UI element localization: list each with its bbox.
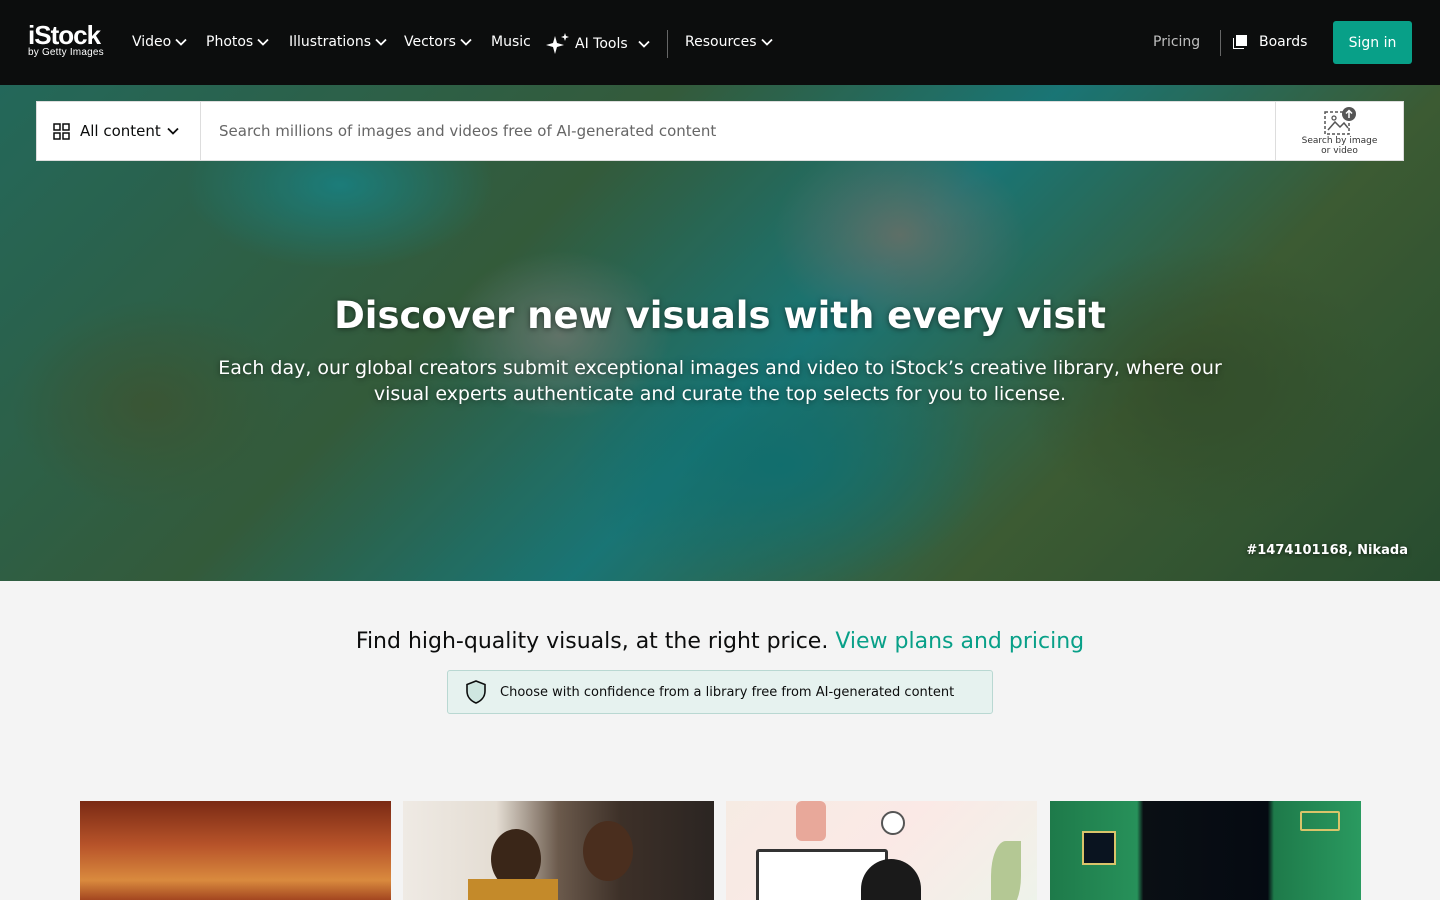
sparkle-icon bbox=[546, 33, 569, 54]
logo-wordmark: iStock bbox=[28, 20, 101, 50]
person-figure bbox=[583, 821, 633, 881]
nav-photos[interactable]: Photos bbox=[206, 32, 269, 52]
featured-tile-illustration[interactable] bbox=[726, 801, 1037, 900]
nav-boards-label: Boards bbox=[1259, 34, 1308, 50]
chevron-down-icon bbox=[167, 127, 179, 135]
chevron-down-icon bbox=[257, 38, 269, 46]
nav-resources[interactable]: Resources bbox=[685, 32, 773, 52]
nav-boards[interactable]: Boards bbox=[1233, 32, 1307, 52]
nav-ai-tools[interactable]: AI Tools bbox=[545, 32, 650, 56]
hero-section: All content Search by image or video Dis… bbox=[0, 85, 1440, 581]
nav-divider bbox=[667, 30, 668, 58]
pricing-text: Find high-quality visuals, at the right … bbox=[355, 629, 829, 654]
nav-pricing[interactable]: Pricing bbox=[1153, 32, 1200, 52]
featured-tile-kitchen[interactable] bbox=[403, 801, 714, 900]
nav-ai-tools-label: AI Tools bbox=[575, 36, 628, 52]
search-by-image-button[interactable]: Search by image or video bbox=[1275, 102, 1403, 160]
nav-video-label: Video bbox=[132, 34, 172, 50]
istock-logo[interactable]: iStock by Getty Images bbox=[28, 22, 104, 58]
logo-tagline: by Getty Images bbox=[28, 47, 104, 58]
featured-tile-circuit[interactable] bbox=[1050, 801, 1361, 900]
leaf-shape bbox=[991, 841, 1021, 900]
circuit-pads bbox=[1300, 811, 1340, 831]
featured-tile-landscape[interactable] bbox=[80, 801, 391, 900]
nav-divider bbox=[1220, 30, 1221, 56]
nav-video[interactable]: Video bbox=[132, 32, 187, 52]
clothing-shape bbox=[468, 879, 558, 900]
nav-vectors-label: Vectors bbox=[404, 34, 456, 50]
view-plans-link[interactable]: View plans and pricing bbox=[835, 629, 1084, 654]
chip-shape bbox=[1082, 831, 1116, 865]
content-type-label: All content bbox=[80, 122, 161, 140]
nav-vectors[interactable]: Vectors bbox=[404, 32, 472, 52]
hero-title: Discover new visuals with every visit bbox=[334, 294, 1106, 337]
ai-free-banner: Choose with confidence from a library fr… bbox=[447, 670, 993, 714]
search-by-image-label: Search by image bbox=[1301, 136, 1378, 146]
sign-in-button[interactable]: Sign in bbox=[1333, 21, 1412, 64]
search-by-image-label-2: or video bbox=[1321, 146, 1358, 156]
grid-icon bbox=[53, 122, 70, 140]
ai-free-banner-text: Choose with confidence from a library fr… bbox=[500, 684, 955, 700]
pricing-headline: Find high-quality visuals, at the right … bbox=[0, 626, 1440, 658]
nav-music-label: Music bbox=[491, 34, 531, 50]
image-search-icon bbox=[1323, 107, 1356, 135]
content-type-dropdown[interactable]: All content bbox=[37, 102, 201, 160]
chevron-down-icon bbox=[638, 40, 650, 48]
decor-shape bbox=[796, 801, 826, 841]
search-bar: All content Search by image or video bbox=[36, 101, 1404, 161]
nav-photos-label: Photos bbox=[206, 34, 254, 50]
chevron-down-icon bbox=[375, 38, 387, 46]
chevron-down-icon bbox=[760, 38, 773, 46]
top-navigation: iStock by Getty Images Video Photos Illu… bbox=[0, 0, 1440, 85]
clock-icon bbox=[881, 811, 905, 835]
nav-illustrations[interactable]: Illustrations bbox=[289, 32, 387, 52]
nav-music[interactable]: Music bbox=[491, 32, 531, 52]
nav-illustrations-label: Illustrations bbox=[289, 34, 372, 50]
chevron-down-icon bbox=[460, 38, 472, 46]
chevron-down-icon bbox=[175, 38, 187, 46]
search-input[interactable] bbox=[201, 102, 1275, 160]
hero-subtitle: Each day, our global creators submit exc… bbox=[218, 357, 1222, 405]
hero-image-credit[interactable]: #1474101168, Nikada bbox=[1246, 543, 1408, 558]
board-icon bbox=[1233, 35, 1247, 49]
nav-resources-label: Resources bbox=[685, 34, 757, 50]
shield-icon bbox=[466, 680, 486, 704]
